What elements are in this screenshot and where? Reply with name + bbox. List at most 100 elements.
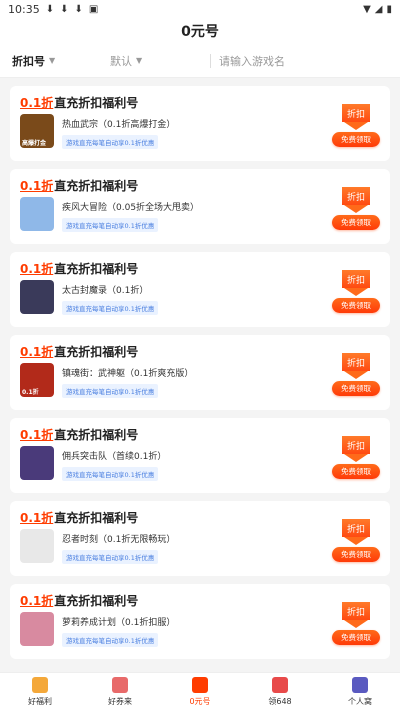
card-title: 0.1折 直充折扣福利号	[20, 177, 380, 193]
promo-tag: 游戏直充每笔自动享0.1折优惠	[62, 218, 159, 232]
tab-icon	[192, 676, 208, 693]
discount-badge: 折扣	[342, 270, 370, 288]
discount-label: 0.1折	[20, 178, 54, 193]
thumbnail-label: 0.1折	[22, 389, 39, 396]
page-title: 0元号	[0, 18, 400, 44]
tab-icon	[112, 676, 128, 693]
sort-filter-label: 折扣号	[12, 54, 45, 68]
status-time: 10:35	[8, 2, 40, 16]
promo-tag: 游戏直充每笔自动享0.1折优惠	[62, 467, 159, 481]
card-title: 0.1折 直充折扣福利号	[20, 94, 380, 110]
default-filter-label: 默认	[110, 54, 132, 68]
tab-1[interactable]: 好券来	[80, 673, 160, 710]
download-icon: ⬇	[45, 3, 55, 15]
discount-badge: 折扣	[342, 436, 370, 454]
card-list: 0.1折 直充折扣福利号 高爆打金 热血武宗（0.1折高爆打金） 游戏直充每笔自…	[0, 78, 400, 659]
promo-tag: 游戏直充每笔自动享0.1折优惠	[62, 384, 159, 398]
card-title: 0.1折 直充折扣福利号	[20, 343, 380, 359]
game-name: 热血武宗（0.1折高爆打金）	[62, 120, 176, 130]
promo-tag: 游戏直充每笔自动享0.1折优惠	[62, 633, 159, 647]
claim-button[interactable]: 免费领取	[332, 215, 380, 230]
card-title: 0.1折 直充折扣福利号	[20, 260, 380, 276]
discount-label: 0.1折	[20, 593, 54, 608]
promo-tag: 游戏直充每笔自动享0.1折优惠	[62, 550, 159, 564]
discount-badge: 折扣	[342, 104, 370, 122]
list-item[interactable]: 0.1折 直充折扣福利号 疾风大冒险（0.05折全场大甩卖） 游戏直充每笔自动享…	[10, 169, 390, 244]
claim-button[interactable]: 免费领取	[332, 132, 380, 147]
list-item[interactable]: 0.1折 直充折扣福利号 佣兵突击队（首续0.1折） 游戏直充每笔自动享0.1折…	[10, 418, 390, 493]
tab-label: 0元号	[189, 696, 211, 706]
tab-4[interactable]: 个人窝	[320, 673, 400, 710]
search-input[interactable]: 请输入游戏名	[219, 53, 285, 69]
promo-tag: 游戏直充每笔自动享0.1折优惠	[62, 301, 159, 315]
game-thumbnail	[20, 529, 54, 563]
sort-filter[interactable]: 折扣号 ▼	[12, 53, 110, 69]
tab-icon	[352, 676, 368, 693]
game-thumbnail	[20, 197, 54, 231]
card-title-text: 直充折扣福利号	[54, 344, 139, 359]
game-thumbnail: 高爆打金	[20, 114, 54, 148]
promo-tag: 游戏直充每笔自动享0.1折优惠	[62, 135, 159, 149]
card-title: 0.1折 直充折扣福利号	[20, 592, 380, 608]
claim-button[interactable]: 免费领取	[332, 547, 380, 562]
card-title: 0.1折 直充折扣福利号	[20, 426, 380, 442]
discount-label: 0.1折	[20, 344, 54, 359]
list-item[interactable]: 0.1折 直充折扣福利号 萝莉养成计划（0.1折扣服） 游戏直充每笔自动享0.1…	[10, 584, 390, 659]
card-title: 0.1折 直充折扣福利号	[20, 509, 380, 525]
discount-label: 0.1折	[20, 95, 54, 110]
chevron-down-icon: ▼	[49, 56, 56, 65]
tab-0[interactable]: 好福利	[0, 673, 80, 710]
thumbnail-label: 高爆打金	[22, 140, 47, 147]
status-bar: 10:35 ⬇ ⬇ ⬇ ▣ ▼ ◢ ▮	[0, 0, 400, 18]
signal-icon: ◢	[374, 3, 383, 15]
tab-2[interactable]: 0元号	[160, 673, 240, 710]
discount-badge: 折扣	[342, 602, 370, 620]
game-name: 忍者时刻（0.1折无限畅玩）	[62, 535, 176, 545]
notification-icon: ▣	[88, 3, 99, 15]
tab-label: 好福利	[28, 696, 52, 706]
card-title-text: 直充折扣福利号	[54, 593, 139, 608]
download-icon: ⬇	[74, 3, 83, 15]
discount-label: 0.1折	[20, 427, 54, 442]
card-title-text: 直充折扣福利号	[54, 178, 139, 193]
card-title-text: 直充折扣福利号	[54, 261, 139, 276]
discount-badge: 折扣	[342, 353, 370, 371]
default-filter[interactable]: 默认 ▼	[110, 53, 210, 69]
chevron-down-icon: ▼	[136, 56, 143, 65]
game-thumbnail	[20, 446, 54, 480]
bottom-tab-bar: 好福利 好券来 0元号 领648 个人窝	[0, 672, 400, 710]
list-item[interactable]: 0.1折 直充折扣福利号 高爆打金 热血武宗（0.1折高爆打金） 游戏直充每笔自…	[10, 86, 390, 161]
discount-badge: 折扣	[342, 519, 370, 537]
list-item[interactable]: 0.1折 直充折扣福利号 太古封魔录（0.1折） 游戏直充每笔自动享0.1折优惠…	[10, 252, 390, 327]
game-name: 镇魂街：武神躯（0.1折爽充版）	[62, 369, 194, 379]
download-icon: ⬇	[60, 3, 69, 15]
claim-button[interactable]: 免费领取	[332, 298, 380, 313]
tab-icon	[32, 676, 48, 693]
game-thumbnail	[20, 280, 54, 314]
tab-3[interactable]: 领648	[240, 673, 320, 710]
claim-button[interactable]: 免费领取	[332, 464, 380, 479]
card-title-text: 直充折扣福利号	[54, 427, 139, 442]
divider	[210, 53, 211, 68]
card-title-text: 直充折扣福利号	[54, 95, 139, 110]
battery-icon: ▮	[386, 3, 392, 15]
claim-button[interactable]: 免费领取	[332, 381, 380, 396]
tab-label: 领648	[268, 696, 292, 706]
list-item[interactable]: 0.1折 直充折扣福利号 0.1折 镇魂街：武神躯（0.1折爽充版） 游戏直充每…	[10, 335, 390, 410]
tab-icon	[272, 676, 288, 693]
game-name: 疾风大冒险（0.05折全场大甩卖）	[62, 203, 200, 213]
wifi-icon: ▼	[363, 3, 371, 15]
tab-label: 个人窝	[348, 696, 372, 706]
game-name: 太古封魔录（0.1折）	[62, 286, 149, 296]
game-thumbnail	[20, 612, 54, 646]
game-thumbnail: 0.1折	[20, 363, 54, 397]
filter-bar: 折扣号 ▼ 默认 ▼ 请输入游戏名	[0, 44, 400, 78]
game-name: 佣兵突击队（首续0.1折）	[62, 452, 167, 462]
list-item[interactable]: 0.1折 直充折扣福利号 忍者时刻（0.1折无限畅玩） 游戏直充每笔自动享0.1…	[10, 501, 390, 576]
card-title-text: 直充折扣福利号	[54, 510, 139, 525]
tab-label: 好券来	[108, 696, 132, 706]
discount-label: 0.1折	[20, 261, 54, 276]
discount-badge: 折扣	[342, 187, 370, 205]
game-name: 萝莉养成计划（0.1折扣服）	[62, 618, 176, 628]
claim-button[interactable]: 免费领取	[332, 630, 380, 645]
